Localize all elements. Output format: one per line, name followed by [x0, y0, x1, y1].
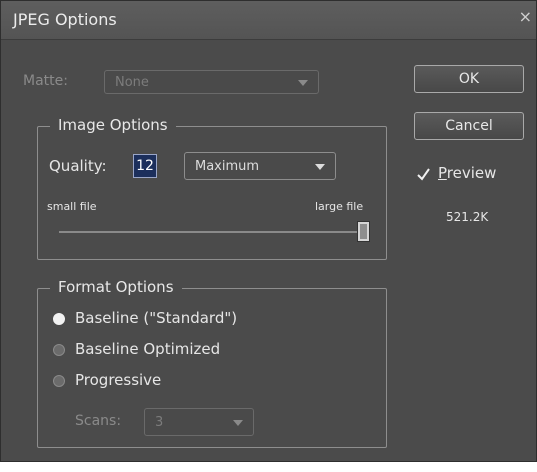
quality-slider-thumb[interactable]	[357, 221, 370, 242]
jpeg-options-dialog: JPEG Options × Matte: None OK Cancel Pre…	[0, 0, 537, 462]
progressive-label: Progressive	[75, 371, 162, 389]
matte-label: Matte:	[23, 73, 68, 89]
format-options-legend: Format Options	[50, 278, 182, 296]
scans-label: Scans:	[75, 413, 122, 429]
title-bar: JPEG Options ×	[1, 1, 536, 40]
preview-checkbox[interactable]	[417, 166, 430, 181]
dialog-title: JPEG Options	[13, 10, 117, 29]
scans-dropdown[interactable]: 3	[144, 408, 254, 436]
quality-preset-value: Maximum	[195, 159, 260, 174]
ok-button[interactable]: OK	[414, 65, 524, 93]
quality-input[interactable]: 12	[133, 154, 157, 178]
matte-value: None	[115, 75, 149, 90]
baseline-optimized-radio[interactable]	[53, 344, 65, 356]
baseline-standard-radio[interactable]	[53, 313, 65, 325]
checkmark-icon	[417, 168, 430, 181]
preview-label: Preview	[438, 164, 496, 182]
scans-value: 3	[155, 415, 164, 430]
close-icon[interactable]: ×	[519, 7, 532, 26]
preview-label-rest: review	[446, 164, 497, 182]
small-file-label: small file	[47, 200, 97, 213]
baseline-optimized-label: Baseline Optimized	[75, 340, 221, 358]
quality-label: Quality:	[49, 157, 107, 175]
progressive-radio[interactable]	[53, 375, 65, 387]
file-size-readout: 521.2K	[446, 210, 489, 224]
cancel-button[interactable]: Cancel	[414, 112, 524, 140]
chevron-down-icon	[315, 164, 325, 170]
large-file-label: large file	[315, 200, 364, 213]
matte-dropdown[interactable]: None	[104, 70, 319, 94]
chevron-down-icon	[233, 420, 243, 426]
quality-preset-dropdown[interactable]: Maximum	[184, 152, 336, 180]
baseline-standard-label: Baseline ("Standard")	[75, 309, 238, 327]
preview-label-mnemonic: P	[438, 164, 447, 182]
image-options-group: Image Options	[37, 116, 387, 260]
quality-slider-track[interactable]	[59, 231, 369, 233]
image-options-legend: Image Options	[50, 116, 176, 134]
chevron-down-icon	[298, 80, 308, 86]
